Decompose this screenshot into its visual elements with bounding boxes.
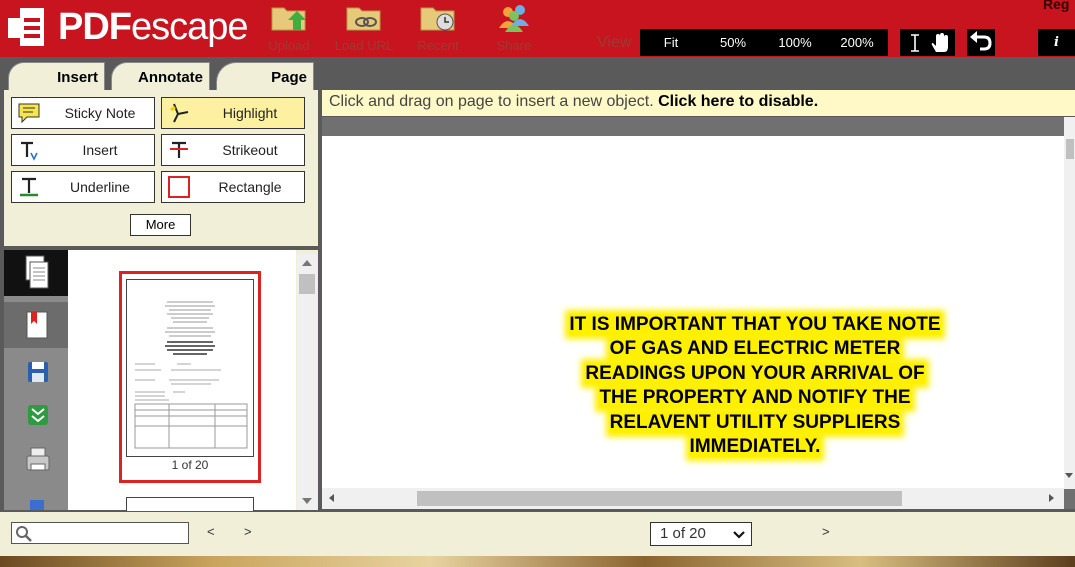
page-selector-value: 1 of 20	[660, 525, 706, 542]
bookmarks-tab[interactable]	[4, 302, 68, 348]
view-label: View	[597, 34, 632, 51]
load-url-button[interactable]: Load URL	[329, 2, 399, 54]
zoom-100-button[interactable]: 100%	[764, 35, 826, 50]
load-url-label: Load URL	[334, 38, 394, 53]
page-selector[interactable]: 1 of 20	[650, 522, 752, 546]
share-button[interactable]: Share	[479, 2, 549, 54]
thumbnail-page-2[interactable]	[126, 497, 254, 511]
upload-button[interactable]: Upload	[254, 2, 324, 54]
thumbnail-page-1[interactable]	[126, 279, 254, 457]
doc-line: IMMEDIATELY.	[689, 436, 821, 458]
page-thumbnails-tab[interactable]	[4, 250, 68, 296]
doc-line: READINGS UPON YOUR ARRIVAL OF	[585, 362, 925, 384]
search-next-button[interactable]: >	[244, 524, 252, 539]
download-tab[interactable]	[4, 393, 68, 439]
folder-link-icon	[344, 2, 384, 32]
download-icon	[28, 405, 48, 425]
scroll-down-arrow-icon[interactable]	[302, 498, 312, 504]
text-cursor-icon[interactable]	[906, 33, 924, 53]
next-page-button[interactable]: >	[822, 524, 830, 539]
pdfescape-logo[interactable]: PDFescape	[6, 4, 249, 50]
cursor-tool-bar	[900, 29, 955, 56]
zoom-50-button[interactable]: 50%	[702, 35, 764, 50]
save-icon	[28, 362, 48, 382]
document-highlighted-text[interactable]: IT IS IMPORTANT THAT YOU TAKE NOTE OF GA…	[540, 313, 970, 459]
notice-text: Click and drag on page to insert a new o…	[329, 93, 659, 110]
insert-notice-bar: Click and drag on page to insert a new o…	[322, 90, 1075, 116]
upload-label: Upload	[268, 38, 310, 53]
tab-insert[interactable]: Insert	[8, 62, 105, 90]
document-hscroll-thumb[interactable]	[417, 491, 902, 506]
highlighter-icon	[168, 102, 190, 124]
insert-text-button[interactable]: Insert	[11, 134, 155, 166]
folder-clock-icon	[418, 2, 458, 32]
zoom-bar: Fit 50% 100% 200%	[640, 29, 888, 56]
recent-button[interactable]: Recent	[403, 2, 473, 54]
logo-mark-icon	[6, 4, 52, 50]
background-strip	[0, 556, 1075, 567]
zoom-fit-button[interactable]: Fit	[640, 35, 702, 50]
highlight-button[interactable]: Highlight	[161, 97, 305, 129]
sticky-note-label: Sticky Note	[64, 105, 136, 121]
doc-line: THE PROPERTY AND NOTIFY THE	[599, 387, 911, 409]
more-side-tab[interactable]	[4, 490, 68, 510]
rectangle-icon	[168, 176, 190, 198]
text-insert-icon	[18, 139, 40, 161]
tab-page[interactable]: Page	[216, 62, 314, 90]
search-input[interactable]	[11, 522, 189, 544]
rectangle-label: Rectangle	[218, 179, 282, 195]
hscroll-right-arrow-icon[interactable]	[1049, 494, 1054, 502]
undo-button[interactable]	[967, 29, 995, 56]
recent-label: Recent	[417, 38, 459, 53]
vscroll-down-arrow-icon[interactable]	[1065, 473, 1073, 478]
underline-label: Underline	[70, 179, 130, 195]
sticky-note-icon	[18, 102, 40, 124]
document-vertical-scrollbar[interactable]	[1064, 117, 1075, 489]
strikeout-label: Strikeout	[222, 142, 278, 158]
tab-annotate[interactable]: Annotate	[111, 62, 210, 90]
thumbnail-scroll-thumb[interactable]	[299, 274, 315, 294]
undo-icon	[970, 31, 992, 51]
doc-line: IT IS IMPORTANT THAT YOU TAKE NOTE	[569, 314, 941, 335]
bookmark-page-icon	[26, 311, 48, 339]
underline-button[interactable]: Underline	[11, 171, 155, 203]
thumbnail-page-label: 1 of 20	[171, 458, 209, 472]
hscroll-left-arrow-icon[interactable]	[329, 494, 334, 502]
logo-text: PDFescape	[58, 5, 249, 48]
chevron-down-icon	[733, 531, 745, 539]
doc-line: OF GAS AND ELECTRIC METER	[609, 338, 901, 360]
share-label: Share	[496, 38, 532, 53]
people-icon	[494, 2, 534, 32]
info-button[interactable]: i	[1038, 29, 1075, 56]
underline-icon	[18, 176, 40, 198]
doc-line: RELAVENT UTILITY SUPPLIERS	[609, 411, 901, 433]
strikeout-button[interactable]: Strikeout	[161, 134, 305, 166]
print-tab[interactable]	[4, 438, 68, 484]
sticky-note-button[interactable]: Sticky Note	[11, 97, 155, 129]
search-icon	[16, 526, 32, 542]
folder-upload-icon	[269, 2, 309, 32]
zoom-200-button[interactable]: 200%	[826, 35, 888, 50]
strikeout-icon	[168, 139, 190, 161]
scroll-up-arrow-icon[interactable]	[302, 260, 312, 266]
printer-icon	[26, 447, 50, 471]
disable-notice-link[interactable]: Click here to disable.	[658, 93, 818, 110]
register-link[interactable]: Reg	[1043, 0, 1069, 12]
hand-tool-icon[interactable]	[930, 32, 950, 53]
page-icon	[30, 500, 44, 510]
save-tab[interactable]	[4, 350, 68, 396]
more-button[interactable]: More	[130, 214, 191, 236]
highlight-label: Highlight	[222, 105, 278, 121]
pages-icon	[25, 255, 49, 289]
thumbnail-preview	[134, 301, 248, 449]
thumbnail-scrollbar[interactable]	[297, 254, 317, 510]
insert-text-label: Insert	[82, 142, 118, 158]
document-vscroll-thumb[interactable]	[1066, 139, 1074, 159]
search-prev-button[interactable]: <	[207, 524, 215, 539]
rectangle-button[interactable]: Rectangle	[161, 171, 305, 203]
